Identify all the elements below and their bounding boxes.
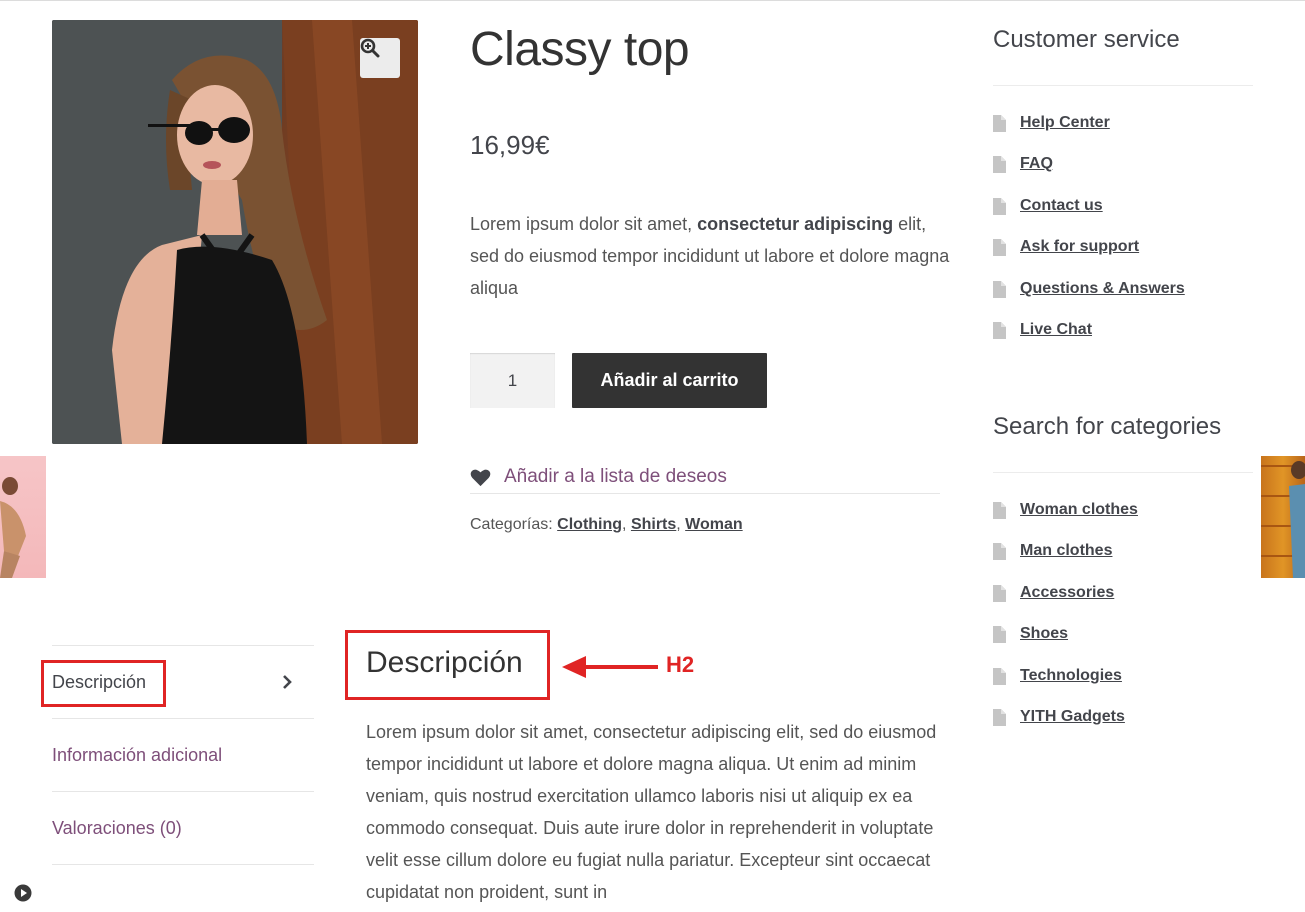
document-icon: [993, 280, 1006, 298]
widget-title-customer-service: Customer service: [993, 26, 1180, 53]
sidebar-item-questions-answers[interactable]: Questions & Answers: [993, 278, 1185, 300]
document-icon: [993, 584, 1006, 602]
document-icon: [993, 197, 1006, 215]
widget-divider: [993, 472, 1253, 473]
zoom-button[interactable]: [360, 38, 400, 78]
next-product-thumbnail[interactable]: [1261, 456, 1305, 578]
sidebar-item-technologies[interactable]: Technologies: [993, 665, 1122, 687]
description-body: Lorem ipsum dolor sit amet, consectetur …: [366, 722, 937, 902]
document-icon: [993, 708, 1006, 726]
document-icon: [993, 501, 1006, 519]
widget-divider: [993, 85, 1253, 86]
sidebar-item-accessories[interactable]: Accessories: [993, 582, 1114, 604]
sidebar-item-ask-for-support[interactable]: Ask for support: [993, 236, 1139, 258]
sidebar-item-man-clothes[interactable]: Man clothes: [993, 540, 1112, 562]
widget-title-search-categories: Search for categories: [993, 413, 1222, 440]
product-title: Classy top: [470, 23, 690, 76]
magnifier-zoom-icon: [360, 38, 380, 58]
short-description-bold: consectetur adipiscing: [697, 214, 894, 234]
document-icon: [993, 114, 1006, 132]
sidebar-link[interactable]: FAQ: [1020, 155, 1053, 173]
annotation-arrow-icon: [562, 656, 658, 678]
sidebar-link[interactable]: Technologies: [1020, 667, 1122, 685]
product-image[interactable]: [52, 20, 418, 444]
sidebar-item-live-chat[interactable]: Live Chat: [993, 319, 1092, 341]
next-product-photo: [1261, 461, 1305, 578]
sidebar-link[interactable]: Questions & Answers: [1020, 280, 1185, 298]
tab-divider: [52, 645, 314, 646]
sidebar-link[interactable]: Accessories: [1020, 584, 1114, 602]
wishlist-label: Añadir a la lista de deseos: [504, 466, 727, 487]
quantity-input[interactable]: [470, 353, 555, 408]
tab-divider: [52, 864, 314, 865]
product-price: 16,99€: [470, 130, 550, 160]
document-icon: [993, 625, 1006, 643]
heart-icon: [470, 469, 491, 486]
previous-product-photo: [0, 477, 26, 578]
sidebar-link[interactable]: Ask for support: [1020, 238, 1139, 256]
sidebar-item-faq[interactable]: FAQ: [993, 153, 1053, 175]
sidebar-item-help-center[interactable]: Help Center: [993, 112, 1110, 134]
product-categories: Categorías: Clothing, Shirts, Woman: [470, 516, 743, 533]
sidebar-link[interactable]: Contact us: [1020, 197, 1103, 215]
sidebar-item-woman-clothes[interactable]: Woman clothes: [993, 499, 1138, 521]
short-description-text: Lorem ipsum dolor sit amet,: [470, 214, 698, 234]
sidebar-item-shoes[interactable]: Shoes: [993, 623, 1068, 645]
sidebar-link[interactable]: YITH Gadgets: [1020, 708, 1125, 726]
tab-divider: [52, 718, 314, 719]
highlight-box-tab: [41, 660, 166, 707]
add-to-wishlist-link[interactable]: Añadir a la lista de deseos: [470, 466, 727, 488]
category-link-shirts[interactable]: Shirts: [631, 516, 676, 533]
document-icon: [993, 238, 1006, 256]
document-icon: [993, 155, 1006, 173]
product-photo-illustration: [52, 20, 418, 444]
category-link-clothing[interactable]: Clothing: [557, 516, 622, 533]
document-icon: [993, 667, 1006, 685]
sidebar-link[interactable]: Woman clothes: [1020, 501, 1138, 519]
annotation-label: H2: [666, 652, 695, 677]
categories-label: Categorías:: [470, 516, 553, 533]
tab-reviews[interactable]: Valoraciones (0): [52, 818, 182, 839]
sidebar-item-contact-us[interactable]: Contact us: [993, 195, 1103, 217]
highlight-box-heading: [345, 630, 550, 700]
document-icon: [993, 321, 1006, 339]
document-icon: [993, 542, 1006, 560]
sidebar-link[interactable]: Live Chat: [1020, 321, 1092, 339]
previous-product-thumbnail[interactable]: [0, 456, 46, 578]
chevron-right-icon: [283, 675, 292, 689]
tab-additional-information[interactable]: Información adicional: [52, 745, 222, 766]
sidebar-item-yith-gadgets[interactable]: YITH Gadgets: [993, 706, 1125, 728]
divider: [470, 493, 940, 494]
add-to-cart-button[interactable]: Añadir al carrito: [572, 353, 767, 408]
sidebar-link[interactable]: Man clothes: [1020, 542, 1112, 560]
sidebar-link[interactable]: Help Center: [1020, 114, 1110, 132]
product-short-description: Lorem ipsum dolor sit amet, consectetur …: [470, 208, 950, 304]
top-border: [0, 0, 1305, 1]
tab-divider: [52, 791, 314, 792]
sidebar-link[interactable]: Shoes: [1020, 625, 1068, 643]
category-link-woman[interactable]: Woman: [685, 516, 742, 533]
play-icon[interactable]: [14, 884, 32, 902]
